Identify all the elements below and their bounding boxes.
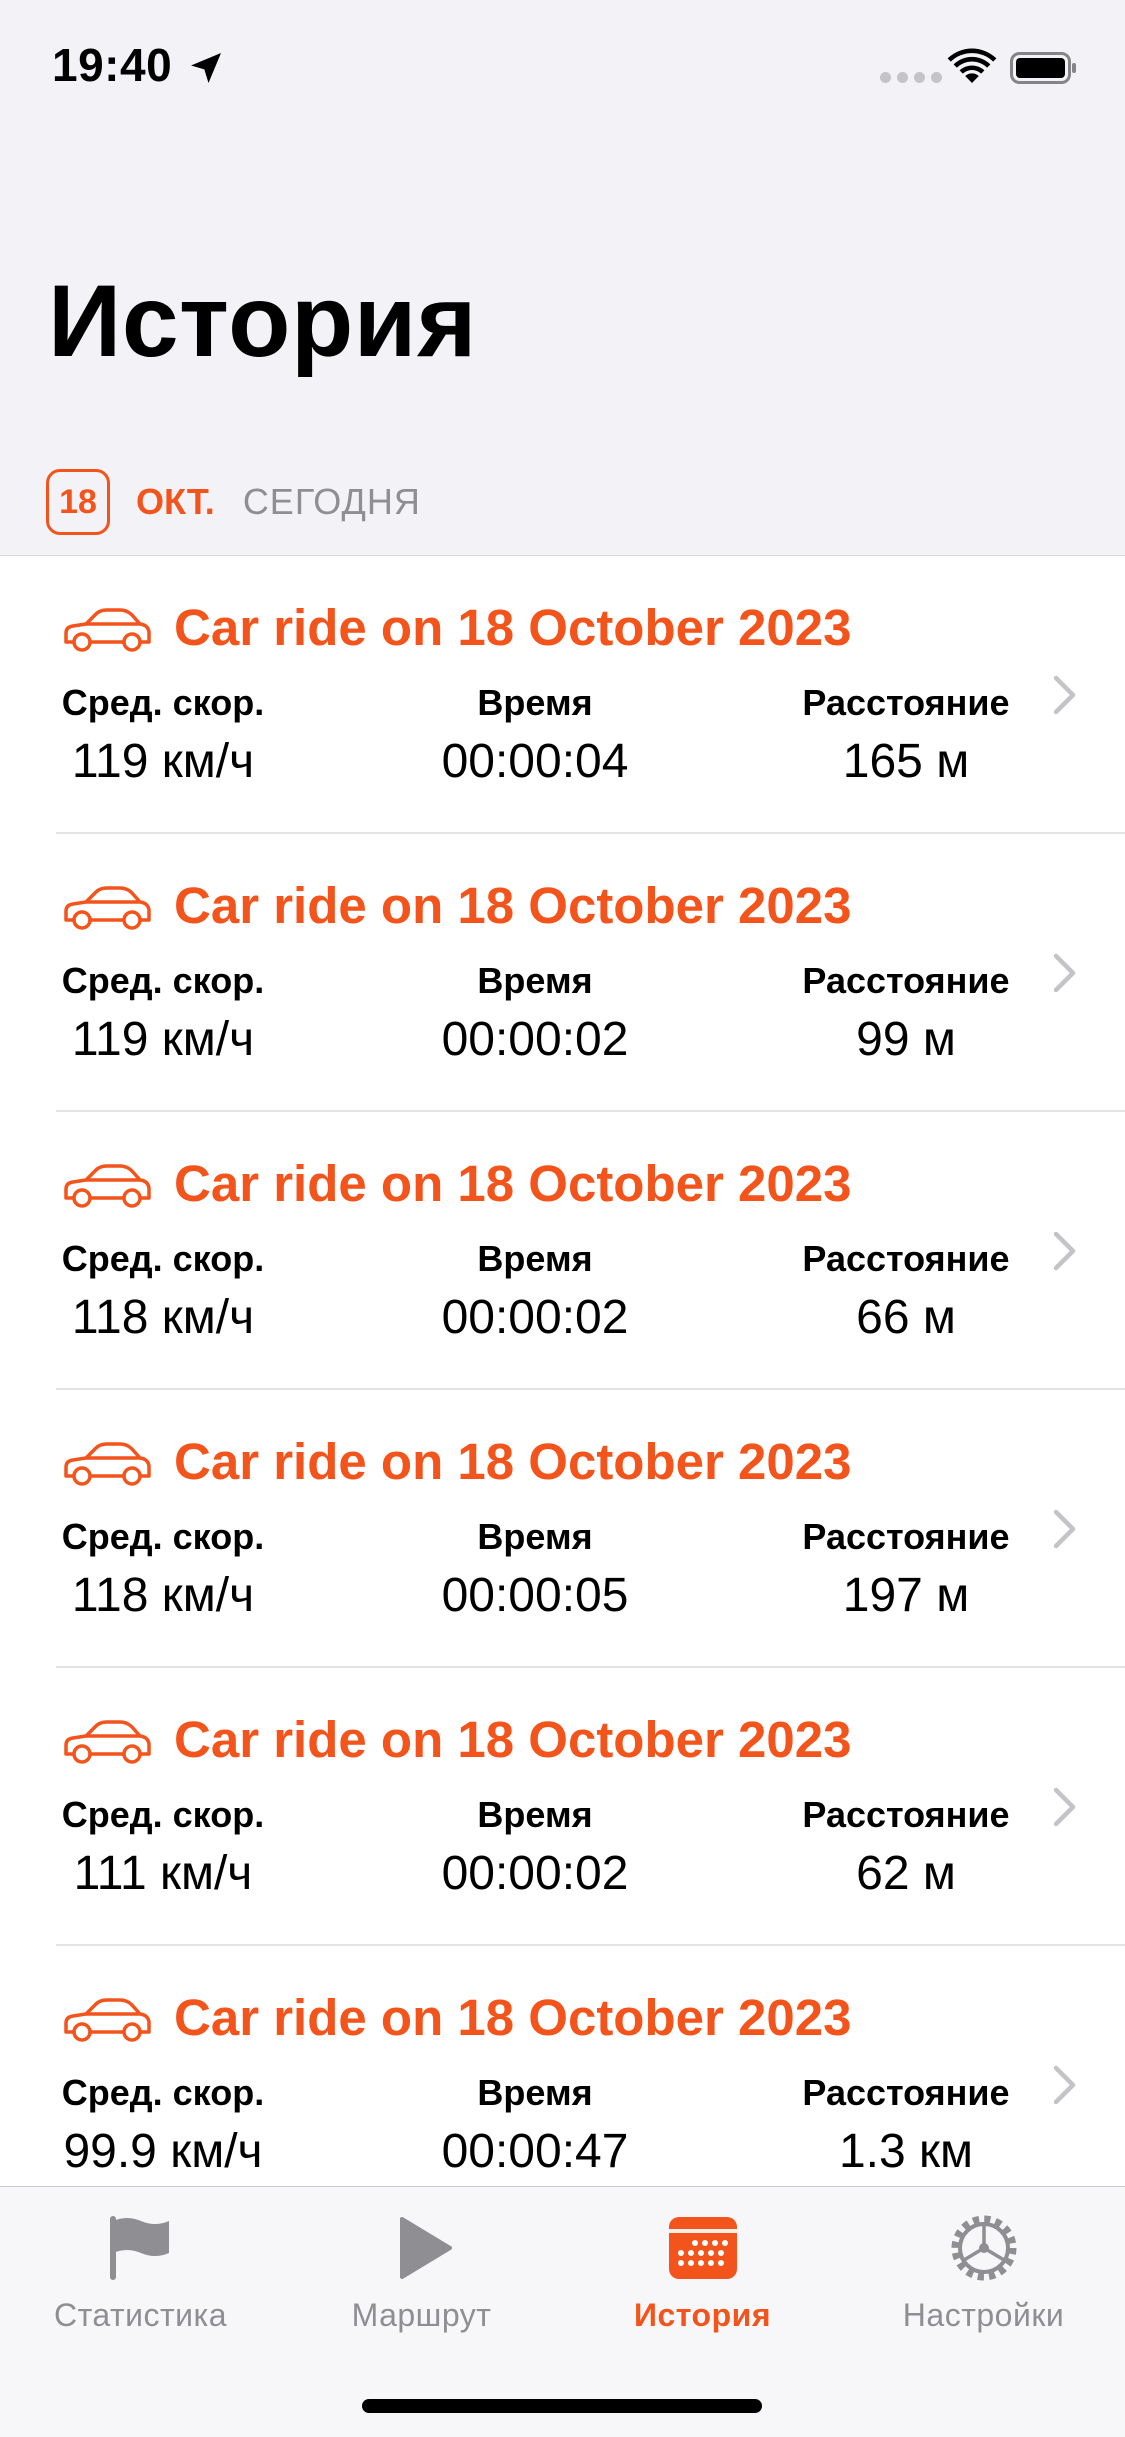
- duration-value: 00:00:04: [441, 735, 629, 788]
- car-icon: [64, 1720, 151, 1764]
- distance-label: Расстояние: [802, 960, 1010, 1001]
- duration-label: Время: [477, 1794, 593, 1835]
- duration-value: 00:00:05: [441, 1569, 629, 1622]
- duration-label: Время: [477, 2072, 593, 2113]
- ride-title: Car ride on 18 October 2023: [174, 1989, 852, 2046]
- wifi-icon: [947, 48, 997, 83]
- page-title: История: [48, 264, 477, 378]
- tab-label: Маршрут: [351, 2297, 492, 2333]
- flag-icon: [109, 2216, 169, 2280]
- avg-speed-value: 119 км/ч: [71, 1013, 255, 1066]
- avg-speed-label: Сред. скор.: [61, 960, 265, 1001]
- distance-value: 1.3 км: [838, 2125, 974, 2178]
- chevron-right-icon: [1053, 1509, 1076, 1549]
- avg-speed-value: 99.9 км/ч: [63, 2125, 263, 2178]
- avg-speed-label: Сред. скор.: [61, 682, 265, 723]
- distance-value: 197 м: [842, 1569, 970, 1622]
- ride-row[interactable]: Car ride on 18 October 2023 Сред. скор. …: [0, 1112, 1125, 1390]
- avg-speed-label: Сред. скор.: [61, 1238, 265, 1279]
- home-indicator[interactable]: [362, 2399, 762, 2413]
- chevron-right-icon: [1053, 1231, 1076, 1271]
- distance-value: 165 м: [842, 735, 970, 788]
- duration-label: Время: [477, 960, 593, 1001]
- ride-title: Car ride on 18 October 2023: [174, 1711, 852, 1768]
- status-time: 19:40: [52, 39, 173, 91]
- distance-value: 99 м: [856, 1013, 956, 1066]
- duration-value: 00:00:02: [441, 1847, 629, 1900]
- play-icon: [399, 2217, 452, 2279]
- battery-icon: [1010, 52, 1076, 84]
- duration-label: Время: [477, 1516, 593, 1557]
- car-icon: [64, 886, 151, 930]
- duration-value: 00:00:02: [441, 1013, 629, 1066]
- distance-label: Расстояние: [802, 682, 1010, 723]
- avg-speed-value: 119 км/ч: [71, 735, 255, 788]
- date-month: ОКТ.: [136, 481, 215, 522]
- date-today-label: СЕГОДНЯ: [242, 481, 421, 522]
- tab-bar: Статистика Маршрут История Настройки: [0, 2186, 1125, 2437]
- distance-label: Расстояние: [802, 2072, 1010, 2113]
- duration-label: Время: [477, 682, 593, 723]
- location-arrow-icon: [191, 53, 221, 83]
- chevron-right-icon: [1053, 1787, 1076, 1827]
- chevron-right-icon: [1053, 675, 1076, 715]
- duration-value: 00:00:02: [441, 1291, 629, 1344]
- distance-value: 66 м: [856, 1291, 956, 1344]
- ride-title: Car ride on 18 October 2023: [174, 1155, 852, 1212]
- distance-label: Расстояние: [802, 1516, 1010, 1557]
- cellular-signal-icon: [880, 72, 942, 83]
- avg-speed-label: Сред. скор.: [61, 1794, 265, 1835]
- tab-history[interactable]: История: [562, 2187, 843, 2357]
- avg-speed-label: Сред. скор.: [61, 1516, 265, 1557]
- duration-value: 00:00:47: [441, 2125, 629, 2178]
- car-icon: [64, 1442, 151, 1486]
- status-bar: 19:40: [0, 0, 1125, 140]
- tab-label: Статистика: [53, 2297, 228, 2333]
- ride-title: Car ride on 18 October 2023: [174, 599, 852, 656]
- ride-row[interactable]: Car ride on 18 October 2023 Сред. скор. …: [0, 1946, 1125, 2186]
- duration-label: Время: [477, 1238, 593, 1279]
- avg-speed-value: 111 км/ч: [73, 1847, 253, 1900]
- ride-title: Car ride on 18 October 2023: [174, 877, 852, 934]
- car-icon: [64, 1998, 151, 2042]
- tab-label: Настройки: [902, 2297, 1065, 2333]
- date-day-badge: 18: [46, 469, 110, 535]
- ride-row[interactable]: Car ride on 18 October 2023 Сред. скор. …: [0, 834, 1125, 1112]
- ride-list[interactable]: Car ride on 18 October 2023 Сред. скор. …: [0, 555, 1125, 2186]
- distance-label: Расстояние: [802, 1238, 1010, 1279]
- distance-label: Расстояние: [802, 1794, 1010, 1835]
- ride-title: Car ride on 18 October 2023: [174, 1433, 852, 1490]
- tab-statistics[interactable]: Статистика: [0, 2187, 281, 2357]
- ride-row[interactable]: Car ride on 18 October 2023 Сред. скор. …: [0, 1668, 1125, 1946]
- calendar-icon: [668, 2217, 737, 2279]
- avg-speed-label: Сред. скор.: [61, 2072, 265, 2113]
- chevron-right-icon: [1053, 2065, 1076, 2105]
- tab-label: История: [634, 2297, 771, 2333]
- tab-route[interactable]: Маршрут: [281, 2187, 562, 2357]
- chevron-right-icon: [1053, 953, 1076, 993]
- avg-speed-value: 118 км/ч: [71, 1291, 255, 1344]
- ride-row[interactable]: Car ride on 18 October 2023 Сред. скор. …: [0, 556, 1125, 834]
- date-section-header: 18 ОКТ. СЕГОДНЯ: [46, 466, 421, 538]
- ride-row[interactable]: Car ride on 18 October 2023 Сред. скор. …: [0, 1390, 1125, 1668]
- tab-settings[interactable]: Настройки: [843, 2187, 1124, 2357]
- car-icon: [64, 1164, 151, 1208]
- distance-value: 62 м: [856, 1847, 956, 1900]
- car-icon: [64, 608, 151, 652]
- gear-icon: [951, 2215, 1016, 2281]
- avg-speed-value: 118 км/ч: [71, 1569, 255, 1622]
